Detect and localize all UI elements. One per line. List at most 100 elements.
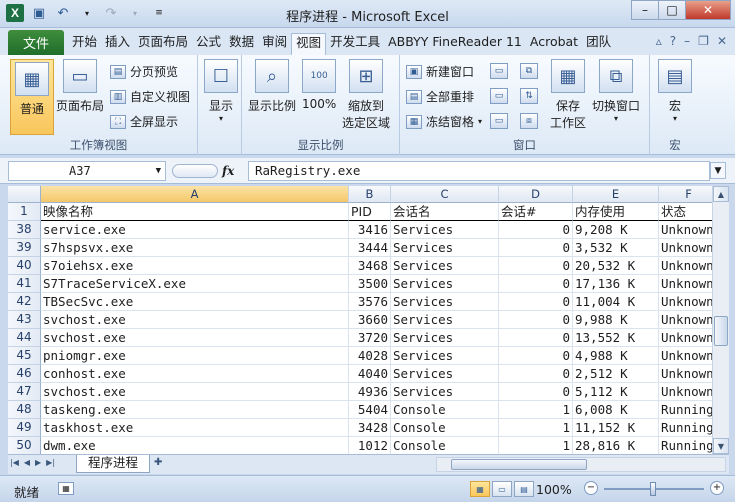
table-cell[interactable]: 3428 [349,419,391,437]
switch-windows-button[interactable]: ⧉ 切换窗口 ▾ [592,59,640,123]
first-sheet-icon[interactable]: |◀ [10,458,19,467]
table-cell[interactable]: Services [391,239,499,257]
table-cell[interactable]: Running [659,437,712,454]
header-cell[interactable]: 会话# [499,203,573,221]
table-cell[interactable]: 5,112 K [573,383,659,401]
table-cell[interactable]: Unknown [659,329,712,347]
column-header-c[interactable]: C [391,186,499,203]
tab-7[interactable]: 开发工具 [326,33,384,53]
table-cell[interactable]: 4028 [349,347,391,365]
tab-9[interactable]: Acrobat [526,33,582,53]
table-cell[interactable]: Unknown [659,365,712,383]
prev-sheet-icon[interactable]: ◀ [24,458,30,467]
show-button[interactable]: ☐ 显示 ▾ [204,59,238,123]
table-cell[interactable]: svchost.exe [41,383,349,401]
formula-bar-resizer[interactable] [172,164,218,178]
zoom-100-button[interactable]: 100 100% [302,59,336,111]
table-cell[interactable]: Console [391,419,499,437]
column-header-a[interactable]: A [41,186,349,203]
table-cell[interactable]: 0 [499,347,573,365]
workbook-minimize-icon[interactable]: – [684,34,690,48]
page-break-preview-button[interactable]: ▤ 分页预览 [110,63,178,80]
table-cell[interactable]: 3,532 K [573,239,659,257]
scroll-up-icon[interactable]: ▲ [713,186,729,202]
row-header[interactable]: 41 [8,275,41,293]
insert-function-icon[interactable]: fx [222,164,234,178]
insert-sheet-icon[interactable]: ✚ [154,457,172,471]
table-cell[interactable]: TBSecSvc.exe [41,293,349,311]
help-icon[interactable]: ? [670,34,676,48]
table-cell[interactable]: 11,004 K [573,293,659,311]
header-cell[interactable]: 状态 [659,203,712,221]
row-header[interactable]: 42 [8,293,41,311]
unhide-window-icon[interactable]: ▭ [490,113,508,129]
table-cell[interactable]: pniomgr.exe [41,347,349,365]
row-header[interactable]: 43 [8,311,41,329]
row-header[interactable]: 48 [8,401,41,419]
table-cell[interactable]: 1 [499,419,573,437]
table-cell[interactable]: 0 [499,221,573,239]
table-cell[interactable]: Unknown [659,293,712,311]
column-header-f[interactable]: F [659,186,712,203]
row-header[interactable]: 45 [8,347,41,365]
scroll-down-icon[interactable]: ▼ [713,438,729,454]
table-cell[interactable]: Unknown [659,311,712,329]
table-cell[interactable]: 3444 [349,239,391,257]
row-header[interactable]: 47 [8,383,41,401]
table-cell[interactable]: 11,152 K [573,419,659,437]
table-cell[interactable]: 0 [499,293,573,311]
tab-10[interactable]: 团队 [582,33,615,53]
zoom-button[interactable]: ⌕ 显示比例 [248,59,296,114]
header-cell[interactable]: PID [349,203,391,221]
table-cell[interactable]: Services [391,383,499,401]
tab-3[interactable]: 公式 [192,33,225,53]
table-cell[interactable]: Services [391,275,499,293]
formula-input[interactable]: RaRegistry.exe [248,161,710,181]
table-cell[interactable]: 2,512 K [573,365,659,383]
table-cell[interactable]: 0 [499,257,573,275]
header-cell[interactable]: 会话名 [391,203,499,221]
table-cell[interactable]: Unknown [659,275,712,293]
table-cell[interactable]: 4936 [349,383,391,401]
table-cell[interactable]: taskhost.exe [41,419,349,437]
table-cell[interactable]: 0 [499,239,573,257]
select-all-corner[interactable] [8,186,41,203]
full-screen-button[interactable]: ⛶ 全屏显示 [110,113,178,130]
page-layout-view-icon[interactable]: ▭ [492,481,512,497]
header-cell[interactable]: 映像名称 [41,203,349,221]
spreadsheet-grid[interactable]: A B C D E F 1 映像名称 PID 会话名 会话# 内存使用 状态 38 service.exe 3… [8,186,712,454]
table-cell[interactable]: taskeng.exe [41,401,349,419]
next-sheet-icon[interactable]: ▶ [35,458,41,467]
table-cell[interactable]: 3576 [349,293,391,311]
close-button[interactable]: ✕ [685,0,731,20]
table-cell[interactable]: 1 [499,437,573,454]
table-cell[interactable]: Unknown [659,257,712,275]
chevron-down-icon[interactable]: ▼ [156,162,161,180]
table-cell[interactable]: 0 [499,329,573,347]
workbook-close-icon[interactable]: ✕ [717,34,727,48]
row-header[interactable]: 40 [8,257,41,275]
table-cell[interactable]: dwm.exe [41,437,349,454]
table-cell[interactable]: 3660 [349,311,391,329]
table-cell[interactable]: Unknown [659,221,712,239]
tab-4[interactable]: 数据 [225,33,258,53]
sheet-tab[interactable]: 程序进程 [76,455,150,473]
table-cell[interactable]: Services [391,293,499,311]
save-workspace-button[interactable]: ▦ 保存 工作区 [550,59,586,131]
table-cell[interactable]: Services [391,221,499,239]
table-cell[interactable]: svchost.exe [41,329,349,347]
zoom-in-button[interactable]: + [710,481,724,495]
table-cell[interactable]: Running [659,401,712,419]
table-cell[interactable]: Services [391,257,499,275]
table-cell[interactable]: 0 [499,311,573,329]
table-cell[interactable]: 28,816 K [573,437,659,454]
tab-6[interactable]: 视图 [291,33,327,55]
record-macro-icon[interactable]: ▦ [58,482,74,495]
table-cell[interactable]: Console [391,437,499,454]
table-cell[interactable]: 4040 [349,365,391,383]
table-cell[interactable]: Services [391,311,499,329]
file-tab[interactable]: 文件 [8,30,64,55]
table-cell[interactable]: Running [659,419,712,437]
tab-2[interactable]: 页面布局 [134,33,192,53]
table-cell[interactable]: svchost.exe [41,311,349,329]
